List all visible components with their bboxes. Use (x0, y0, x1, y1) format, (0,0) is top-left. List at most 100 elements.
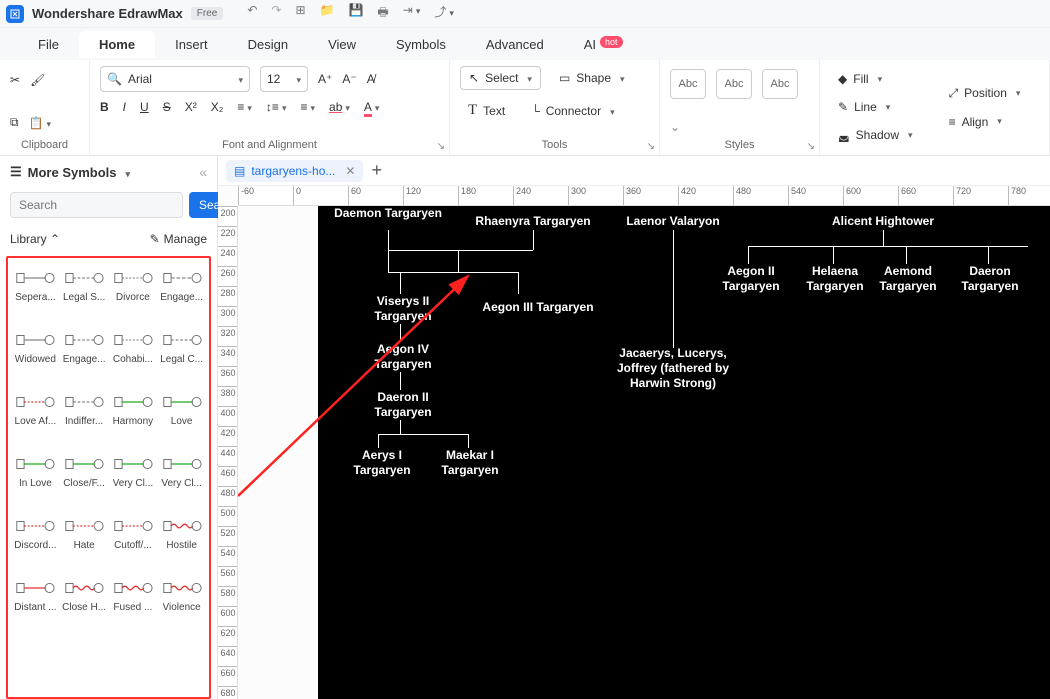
shape-closeh[interactable]: Close H... (61, 576, 108, 634)
copy-icon[interactable]: ⧉ (10, 115, 19, 130)
open-icon[interactable]: 📁 (320, 3, 335, 24)
style-preset-3[interactable]: Abc (762, 69, 798, 99)
paste-icon[interactable]: 📋 (29, 116, 51, 130)
vruler-tick: 200 (218, 206, 238, 218)
shape-hate[interactable]: Hate (61, 514, 108, 572)
shape-divorce[interactable]: Divorce (110, 266, 157, 324)
italic-button[interactable]: I (123, 100, 126, 114)
node-aegon2[interactable]: Aegon II Targaryen (716, 264, 786, 294)
document-tab[interactable]: ▤ targaryens-ho... ✕ (226, 160, 363, 182)
symbol-search-input[interactable] (10, 192, 183, 218)
menu-symbols[interactable]: Symbols (376, 31, 466, 58)
menu-ai[interactable]: AIhot (564, 31, 643, 58)
vruler-tick: 560 (218, 566, 238, 578)
cut-icon[interactable]: ✂ (10, 73, 20, 87)
shape-legalc[interactable]: Legal C... (158, 328, 205, 386)
vruler-tick: 260 (218, 266, 238, 278)
shape-fused[interactable]: Fused ... (110, 576, 157, 634)
shape-loveaf[interactable]: Love Af... (12, 390, 59, 448)
share-icon[interactable]: ⤴ (434, 3, 454, 24)
shape-discord[interactable]: Discord... (12, 514, 59, 572)
dialog-launcher-icon[interactable]: ↘ (807, 141, 815, 152)
ruler-canvas-wrap: -600601201802403003604204805406006607207… (218, 186, 1050, 699)
menu-design[interactable]: Design (228, 31, 308, 58)
vruler-tick: 500 (218, 506, 238, 518)
new-icon[interactable]: ⊞ (295, 3, 305, 24)
font-size-select[interactable]: 12 (260, 66, 308, 92)
quick-access-toolbar: ↶ ↷ ⊞ 📁 💾 🖶 ⇥ ⤴ (247, 3, 454, 24)
bullets-button[interactable]: ≡ (237, 100, 252, 114)
shape-inlove[interactable]: In Love (12, 452, 59, 510)
vruler-tick: 380 (218, 386, 238, 398)
shape-verycl[interactable]: Very Cl... (110, 452, 157, 510)
format-painter-icon[interactable]: 🖌 (30, 73, 45, 87)
shape-indiffer[interactable]: Indiffer... (61, 390, 108, 448)
shape-closef[interactable]: Close/F... (61, 452, 108, 510)
shape-cohabi[interactable]: Cohabi... (110, 328, 157, 386)
shape-violence[interactable]: Violence (158, 576, 205, 634)
shape-widowed[interactable]: Widowed (12, 328, 59, 386)
text-tool[interactable]: TText (460, 98, 513, 123)
hruler-tick: 600 (843, 186, 861, 206)
shape-verycl[interactable]: Very Cl... (158, 452, 205, 510)
subscript-button[interactable]: X₂ (211, 100, 224, 114)
sidebar-title[interactable]: ☰ More Symbols (10, 164, 130, 180)
close-tab-icon[interactable]: ✕ (345, 164, 355, 178)
add-tab-button[interactable]: + (367, 160, 386, 181)
canvas[interactable]: Daemon Targaryen Rhaenyra Targaryen Laen… (238, 206, 1050, 699)
fill-button[interactable]: ◆ Fill (830, 68, 921, 90)
menu-file[interactable]: File (18, 31, 79, 58)
style-more-icon[interactable]: ⌄ (670, 120, 680, 134)
shape-legals[interactable]: Legal S... (61, 266, 108, 324)
shape-tool[interactable]: ▭Shape (551, 67, 633, 89)
node-daeron[interactable]: Daeron Targaryen (954, 264, 1026, 294)
node-alicent[interactable]: Alicent Hightower (798, 214, 968, 229)
shape-engage[interactable]: Engage... (61, 328, 108, 386)
save-icon[interactable]: 💾 (348, 3, 363, 24)
font-color-button[interactable]: A (364, 100, 380, 114)
align-shapes-button[interactable]: ≡ Align (941, 111, 1029, 133)
highlight-button[interactable]: ab (329, 100, 350, 114)
style-preset-2[interactable]: Abc (716, 69, 752, 99)
connector-tool[interactable]: └Connector (523, 100, 622, 122)
line-spacing-button[interactable]: ↕≡ (266, 100, 287, 114)
dialog-launcher-icon[interactable]: ↘ (647, 141, 655, 152)
shape-distant[interactable]: Distant ... (12, 576, 59, 634)
shape-cutoff[interactable]: Cutoff/... (110, 514, 157, 572)
node-aemond[interactable]: Aemond Targaryen (872, 264, 944, 294)
shape-love[interactable]: Love (158, 390, 205, 448)
bold-button[interactable]: B (100, 100, 109, 114)
redo-icon[interactable]: ↷ (271, 3, 281, 24)
export-icon[interactable]: ⇥ (403, 3, 421, 24)
library-toggle[interactable]: Library ⌃ (10, 232, 60, 246)
shape-harmony[interactable]: Harmony (110, 390, 157, 448)
menu-view[interactable]: View (308, 31, 376, 58)
hruler-tick: 180 (458, 186, 476, 206)
hruler-tick: -60 (238, 186, 254, 206)
style-preset-1[interactable]: Abc (670, 69, 706, 99)
align-button[interactable]: ≡ (300, 100, 315, 114)
select-tool[interactable]: ↖Select (460, 66, 541, 90)
superscript-button[interactable]: X² (185, 100, 197, 114)
undo-icon[interactable]: ↶ (247, 3, 257, 24)
collapse-sidebar-icon[interactable]: « (199, 164, 207, 180)
shape-hostile[interactable]: Hostile (158, 514, 205, 572)
clear-format-icon[interactable]: A̸ (367, 72, 375, 86)
node-helaena[interactable]: Helaena Targaryen (798, 264, 872, 294)
manage-library-button[interactable]: ✎Manage (150, 232, 207, 246)
menu-insert[interactable]: Insert (155, 31, 228, 58)
increase-font-icon[interactable]: A⁺ (318, 72, 332, 86)
line-button[interactable]: ✎ Line (830, 96, 921, 118)
menu-advanced[interactable]: Advanced (466, 31, 564, 58)
shadow-button[interactable]: ◛ Shadow (830, 124, 921, 146)
dialog-launcher-icon[interactable]: ↘ (437, 141, 445, 152)
shape-engage[interactable]: Engage... (158, 266, 205, 324)
print-icon[interactable]: 🖶 (377, 3, 388, 24)
strike-button[interactable]: S (163, 100, 171, 114)
decrease-font-icon[interactable]: A⁻ (342, 72, 356, 86)
shape-sepera[interactable]: Sepera... (12, 266, 59, 324)
position-button[interactable]: ⤢ Position (941, 82, 1029, 105)
menu-home[interactable]: Home (79, 31, 155, 58)
font-select[interactable]: 🔍 Arial (100, 66, 250, 92)
underline-button[interactable]: U (140, 100, 149, 114)
